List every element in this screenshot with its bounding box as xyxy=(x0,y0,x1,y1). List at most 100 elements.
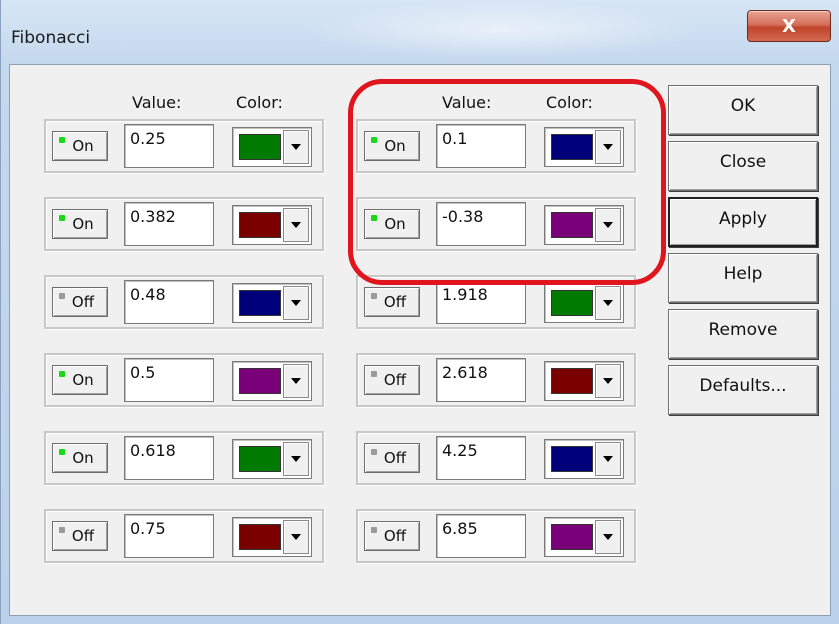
dropdown-arrow-button[interactable] xyxy=(595,208,621,242)
level-value-input[interactable]: 0.25 xyxy=(124,124,214,168)
chevron-down-icon xyxy=(603,144,613,150)
level-value-input[interactable]: 1.918 xyxy=(436,280,526,324)
status-led-icon xyxy=(59,449,65,455)
color-dropdown[interactable] xyxy=(232,439,312,479)
color-swatch xyxy=(551,524,593,550)
window-title: Fibonacci xyxy=(11,28,91,48)
chevron-down-icon xyxy=(291,222,301,228)
on-off-toggle-button[interactable]: On xyxy=(52,131,108,161)
color-dropdown[interactable] xyxy=(544,205,624,245)
toggle-label: Off xyxy=(383,527,407,545)
on-off-toggle-button[interactable]: Off xyxy=(364,521,420,551)
fib-level-row: On 0.382 xyxy=(44,197,324,251)
toggle-label: Off xyxy=(383,371,407,389)
status-led-icon xyxy=(371,449,377,455)
fib-level-row: Off 0.75 xyxy=(44,509,324,563)
toggle-label: On xyxy=(72,449,94,467)
level-value-input[interactable]: 0.48 xyxy=(124,280,214,324)
dialog-client-area: Value: Color: Value: Color: On 0.25 On 0.38… xyxy=(9,64,831,616)
dropdown-arrow-button[interactable] xyxy=(283,130,309,164)
toggle-label: On xyxy=(384,137,406,155)
color-swatch xyxy=(239,368,281,394)
color-swatch xyxy=(551,212,593,238)
right-value-header: Value: xyxy=(442,93,492,112)
red-highlight-annotation xyxy=(348,79,666,285)
on-off-toggle-button[interactable]: On xyxy=(364,209,420,239)
on-off-toggle-button[interactable]: On xyxy=(52,365,108,395)
on-off-toggle-button[interactable]: Off xyxy=(364,287,420,317)
fib-level-row: Off 4.25 xyxy=(356,431,636,485)
apply-button[interactable]: Apply xyxy=(668,197,818,247)
color-swatch xyxy=(239,212,281,238)
fib-level-row: Off 2.618 xyxy=(356,353,636,407)
on-off-toggle-button[interactable]: On xyxy=(52,209,108,239)
dropdown-arrow-button[interactable] xyxy=(595,364,621,398)
color-swatch xyxy=(239,446,281,472)
remove-button[interactable]: Remove xyxy=(668,309,818,359)
chevron-down-icon xyxy=(291,378,301,384)
dropdown-arrow-button[interactable] xyxy=(283,208,309,242)
chevron-down-icon xyxy=(291,456,301,462)
toggle-label: Off xyxy=(71,527,95,545)
dropdown-arrow-button[interactable] xyxy=(283,286,309,320)
level-value-input[interactable]: 2.618 xyxy=(436,358,526,402)
toggle-label: On xyxy=(72,215,94,233)
dropdown-arrow-button[interactable] xyxy=(283,364,309,398)
dropdown-arrow-button[interactable] xyxy=(595,442,621,476)
dropdown-arrow-button[interactable] xyxy=(595,520,621,554)
toggle-label: On xyxy=(384,215,406,233)
defaults-button[interactable]: Defaults... xyxy=(668,365,818,415)
color-swatch xyxy=(551,290,593,316)
help-button[interactable]: Help xyxy=(668,253,818,303)
color-dropdown[interactable] xyxy=(232,361,312,401)
color-dropdown[interactable] xyxy=(232,517,312,557)
status-led-icon xyxy=(59,137,65,143)
chevron-down-icon xyxy=(291,300,301,306)
level-value-input[interactable]: 6.85 xyxy=(436,514,526,558)
on-off-toggle-button[interactable]: On xyxy=(364,131,420,161)
close-button[interactable]: Close xyxy=(668,141,818,191)
dropdown-arrow-button[interactable] xyxy=(283,520,309,554)
on-off-toggle-button[interactable]: Off xyxy=(364,443,420,473)
level-value-input[interactable]: 0.5 xyxy=(124,358,214,402)
chevron-down-icon xyxy=(603,300,613,306)
color-swatch xyxy=(239,290,281,316)
dropdown-arrow-button[interactable] xyxy=(595,286,621,320)
color-dropdown[interactable] xyxy=(544,361,624,401)
color-dropdown[interactable] xyxy=(544,517,624,557)
dropdown-arrow-button[interactable] xyxy=(595,130,621,164)
color-dropdown[interactable] xyxy=(232,205,312,245)
level-value-input[interactable]: 0.75 xyxy=(124,514,214,558)
fib-level-row: Off 6.85 xyxy=(356,509,636,563)
color-dropdown[interactable] xyxy=(232,283,312,323)
level-value-input[interactable]: 0.382 xyxy=(124,202,214,246)
status-led-icon xyxy=(371,293,377,299)
status-led-icon xyxy=(59,371,65,377)
window-close-button[interactable]: X xyxy=(747,10,831,42)
on-off-toggle-button[interactable]: Off xyxy=(52,287,108,317)
toggle-label: Off xyxy=(71,293,95,311)
fib-level-row: Off 0.48 xyxy=(44,275,324,329)
dropdown-arrow-button[interactable] xyxy=(283,442,309,476)
chevron-down-icon xyxy=(603,456,613,462)
chevron-down-icon xyxy=(603,534,613,540)
status-led-icon xyxy=(371,527,377,533)
on-off-toggle-button[interactable]: On xyxy=(52,443,108,473)
color-dropdown[interactable] xyxy=(232,127,312,167)
ok-button[interactable]: OK xyxy=(668,85,818,135)
status-led-icon xyxy=(59,527,65,533)
on-off-toggle-button[interactable]: Off xyxy=(364,365,420,395)
fib-level-row: On 0.618 xyxy=(44,431,324,485)
status-led-icon xyxy=(59,215,65,221)
toggle-label: Off xyxy=(383,293,407,311)
on-off-toggle-button[interactable]: Off xyxy=(52,521,108,551)
level-value-input[interactable]: 0.1 xyxy=(436,124,526,168)
color-dropdown[interactable] xyxy=(544,283,624,323)
level-value-input[interactable]: 4.25 xyxy=(436,436,526,480)
color-swatch xyxy=(239,524,281,550)
color-dropdown[interactable] xyxy=(544,127,624,167)
toggle-label: On xyxy=(72,137,94,155)
color-dropdown[interactable] xyxy=(544,439,624,479)
level-value-input[interactable]: 0.618 xyxy=(124,436,214,480)
level-value-input[interactable]: -0.38 xyxy=(436,202,526,246)
